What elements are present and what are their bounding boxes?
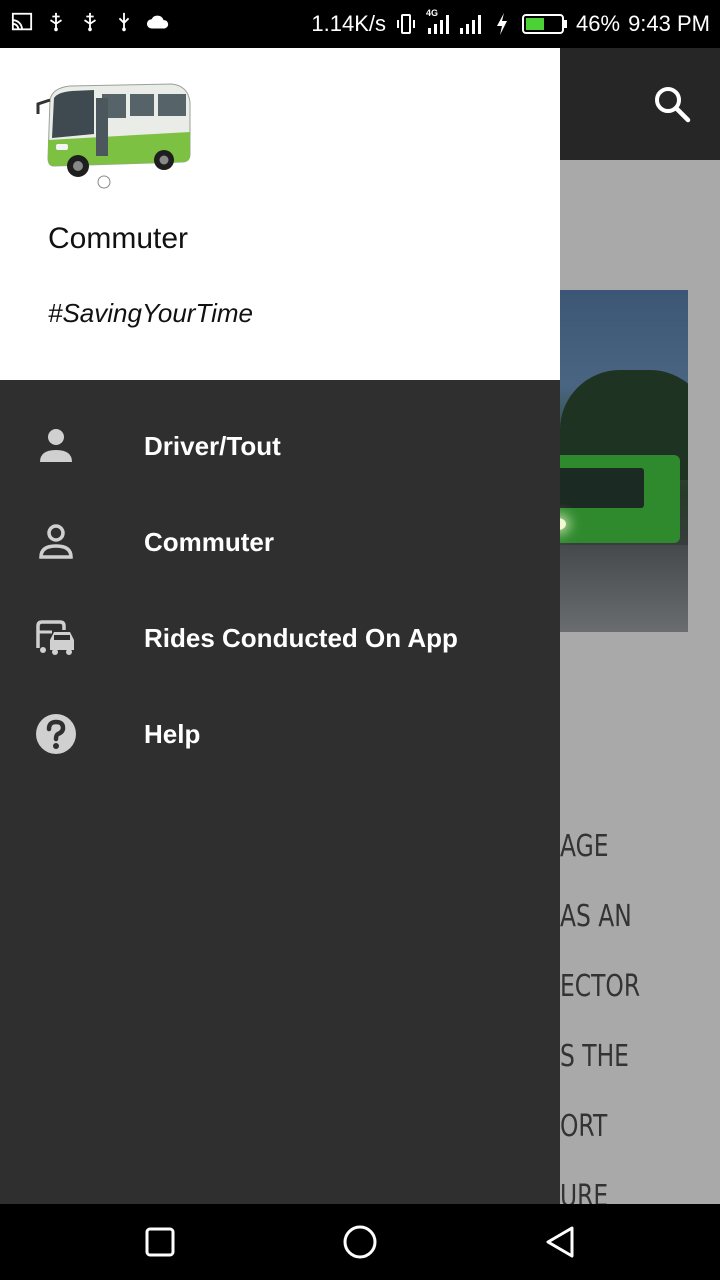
menu-item-label: Help (144, 719, 201, 749)
battery-icon (522, 12, 568, 36)
app-name: Commuter (48, 222, 189, 255)
person-outline-icon (34, 520, 78, 564)
text-line: AS AN (560, 899, 632, 934)
status-notification-icons (10, 10, 170, 34)
person-filled-icon (34, 424, 78, 468)
status-bar: 1.14K/s 4G 46% 9:43 PM (0, 0, 720, 48)
background-article-text: AGE AS AN ECTOR S THE ORT URE (560, 823, 720, 1243)
back-button[interactable] (540, 1222, 580, 1262)
recents-button[interactable] (140, 1222, 180, 1262)
charging-icon (490, 12, 514, 36)
usb-icon (78, 10, 102, 34)
usb-icon (44, 10, 68, 34)
drawer-menu: Driver/Tout Commuter Rides Conducted On … (0, 398, 560, 782)
cast-icon (10, 10, 34, 34)
square-icon (145, 1227, 175, 1257)
menu-item-label: Driver/Tout (144, 431, 281, 461)
text-line: ECTOR (560, 969, 641, 1004)
home-button[interactable] (340, 1222, 380, 1262)
text-line: S THE (560, 1039, 629, 1074)
signal-icon (458, 12, 482, 36)
back-triangle-icon (546, 1226, 574, 1258)
circle-icon (343, 1225, 377, 1259)
navigation-drawer: Commuter #SavingYourTime Driver/Tout Com… (0, 48, 560, 1204)
menu-item-help[interactable]: Help (0, 686, 560, 782)
status-system-icons: 1.14K/s 4G 46% 9:43 PM (311, 0, 710, 48)
network-type: 4G (426, 8, 439, 18)
menu-item-rides-conducted[interactable]: Rides Conducted On App (0, 590, 560, 686)
network-speed: 1.14K/s (311, 11, 387, 36)
drawer-header: Commuter #SavingYourTime (0, 48, 560, 380)
menu-item-driver-tout[interactable]: Driver/Tout (0, 398, 560, 494)
text-line: AGE (560, 829, 609, 864)
search-icon (655, 87, 691, 123)
clock: 9:43 PM (628, 11, 710, 36)
app-tagline: #SavingYourTime (48, 298, 253, 328)
bus-car-icon (34, 616, 78, 660)
menu-item-label: Commuter (144, 527, 275, 557)
signal-4g-icon: 4G (426, 8, 450, 36)
help-circle-icon (34, 712, 78, 756)
menu-item-label: Rides Conducted On App (144, 623, 458, 653)
vibrate-icon (394, 12, 418, 36)
system-navigation-bar (0, 1204, 720, 1280)
cloud-icon (146, 10, 170, 34)
battery-percent: 46% (576, 11, 621, 36)
text-line: ORT (560, 1109, 608, 1144)
menu-item-commuter[interactable]: Commuter (0, 494, 560, 590)
bus-logo (32, 78, 192, 190)
search-button[interactable] (648, 80, 696, 128)
usb-icon (112, 10, 136, 34)
